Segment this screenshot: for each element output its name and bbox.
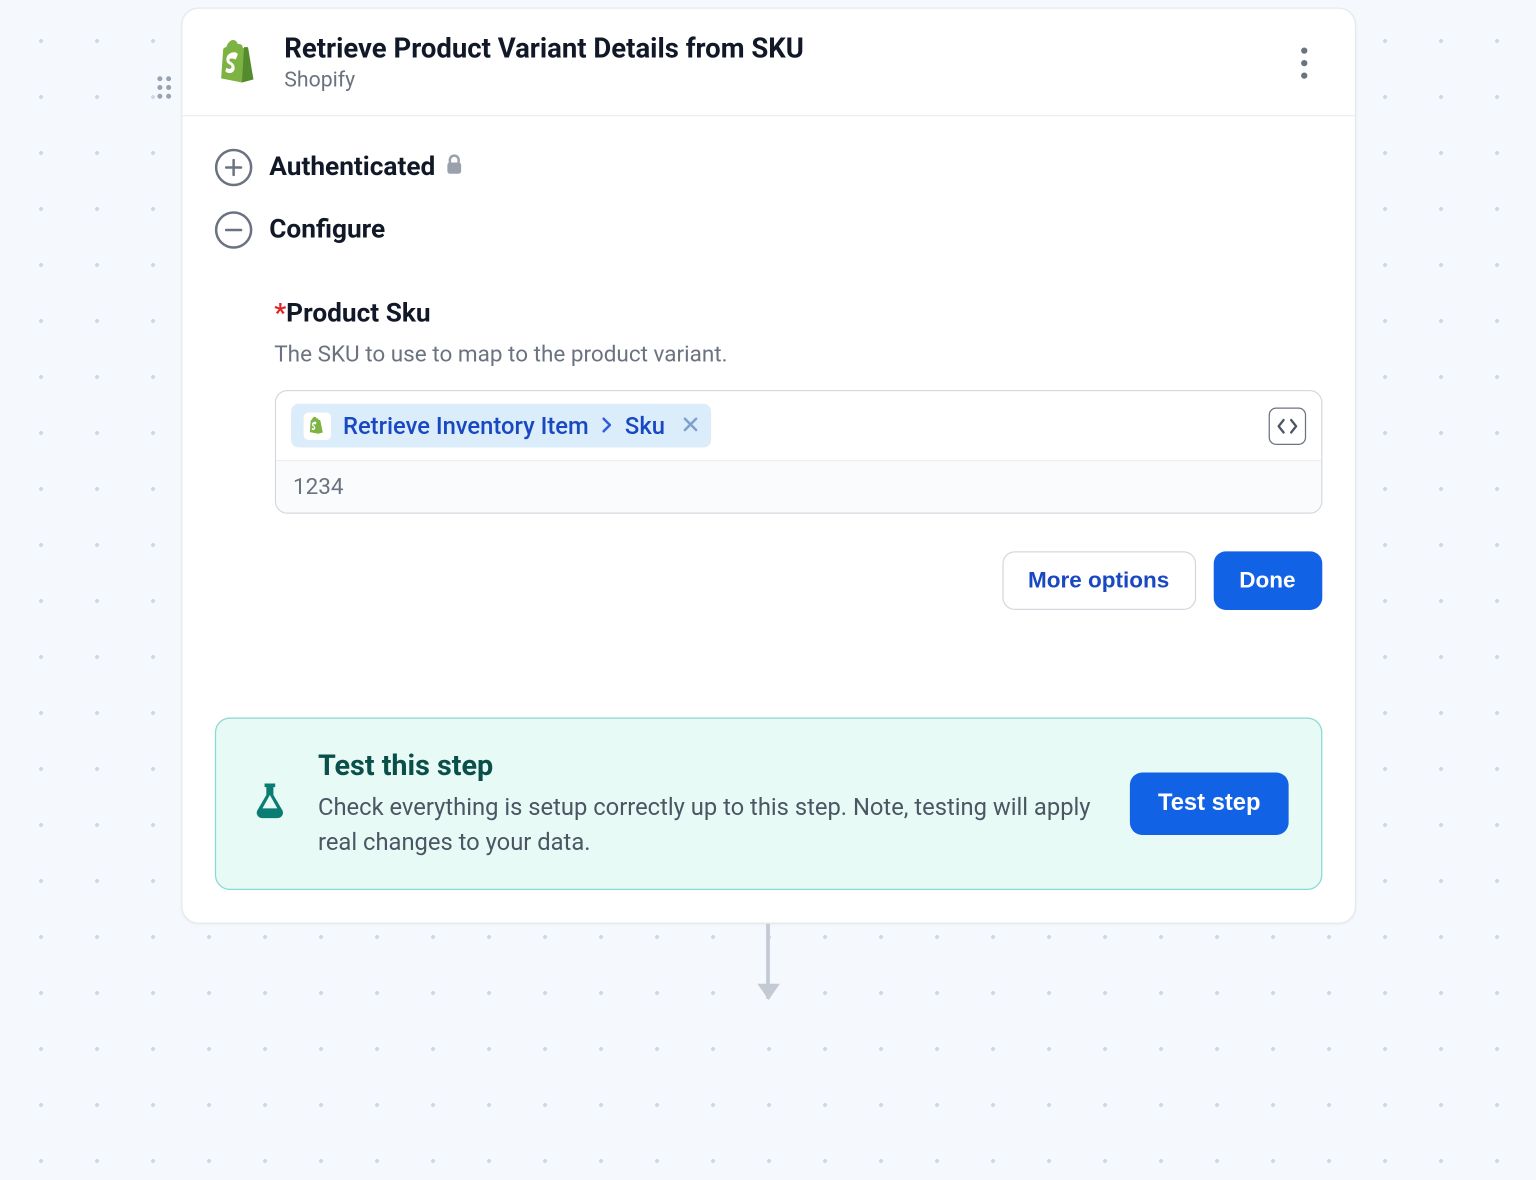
more-options-button[interactable]: More options — [1002, 551, 1196, 610]
expand-icon — [214, 149, 252, 187]
pill-source: Retrieve Inventory Item — [343, 411, 589, 440]
card-header: Retrieve Product Variant Details from SK… — [182, 9, 1355, 117]
product-sku-input[interactable]: Retrieve Inventory Item Sku — [274, 390, 1322, 514]
lock-icon — [445, 153, 464, 183]
resolved-value: 1234 — [276, 460, 1321, 513]
test-step-banner: Test this step Check everything is setup… — [214, 718, 1322, 891]
collapse-icon — [214, 211, 252, 249]
more-menu-button[interactable] — [1287, 48, 1322, 79]
required-indicator: * — [274, 299, 286, 329]
drag-handle[interactable] — [157, 76, 171, 99]
section-authenticated[interactable]: Authenticated — [214, 149, 1322, 187]
formula-mode-button[interactable] — [1268, 407, 1306, 445]
section-authenticated-label: Authenticated — [269, 153, 435, 183]
field-label: Product Sku — [286, 299, 430, 329]
flask-icon — [248, 780, 291, 828]
shopify-icon — [214, 38, 264, 88]
shopify-icon — [303, 412, 331, 440]
section-configure[interactable]: Configure — [214, 211, 1322, 249]
done-button[interactable]: Done — [1213, 551, 1322, 610]
step-subtitle: Shopify — [284, 68, 1287, 93]
test-step-button[interactable]: Test step — [1130, 773, 1288, 836]
test-description: Check everything is setup correctly up t… — [318, 790, 1103, 859]
field-description: The SKU to use to map to the product var… — [274, 341, 1322, 367]
flow-connector — [766, 924, 770, 999]
pill-field: Sku — [625, 411, 665, 440]
remove-pill-button[interactable] — [682, 414, 698, 438]
reference-pill[interactable]: Retrieve Inventory Item Sku — [291, 404, 712, 448]
section-configure-label: Configure — [269, 215, 385, 245]
step-card: Retrieve Product Variant Details from SK… — [181, 8, 1356, 924]
field-product-sku: *Product Sku The SKU to use to map to th… — [274, 299, 1322, 610]
chevron-right-icon — [601, 411, 612, 440]
test-title: Test this step — [318, 749, 1103, 783]
step-title: Retrieve Product Variant Details from SK… — [284, 34, 1287, 65]
